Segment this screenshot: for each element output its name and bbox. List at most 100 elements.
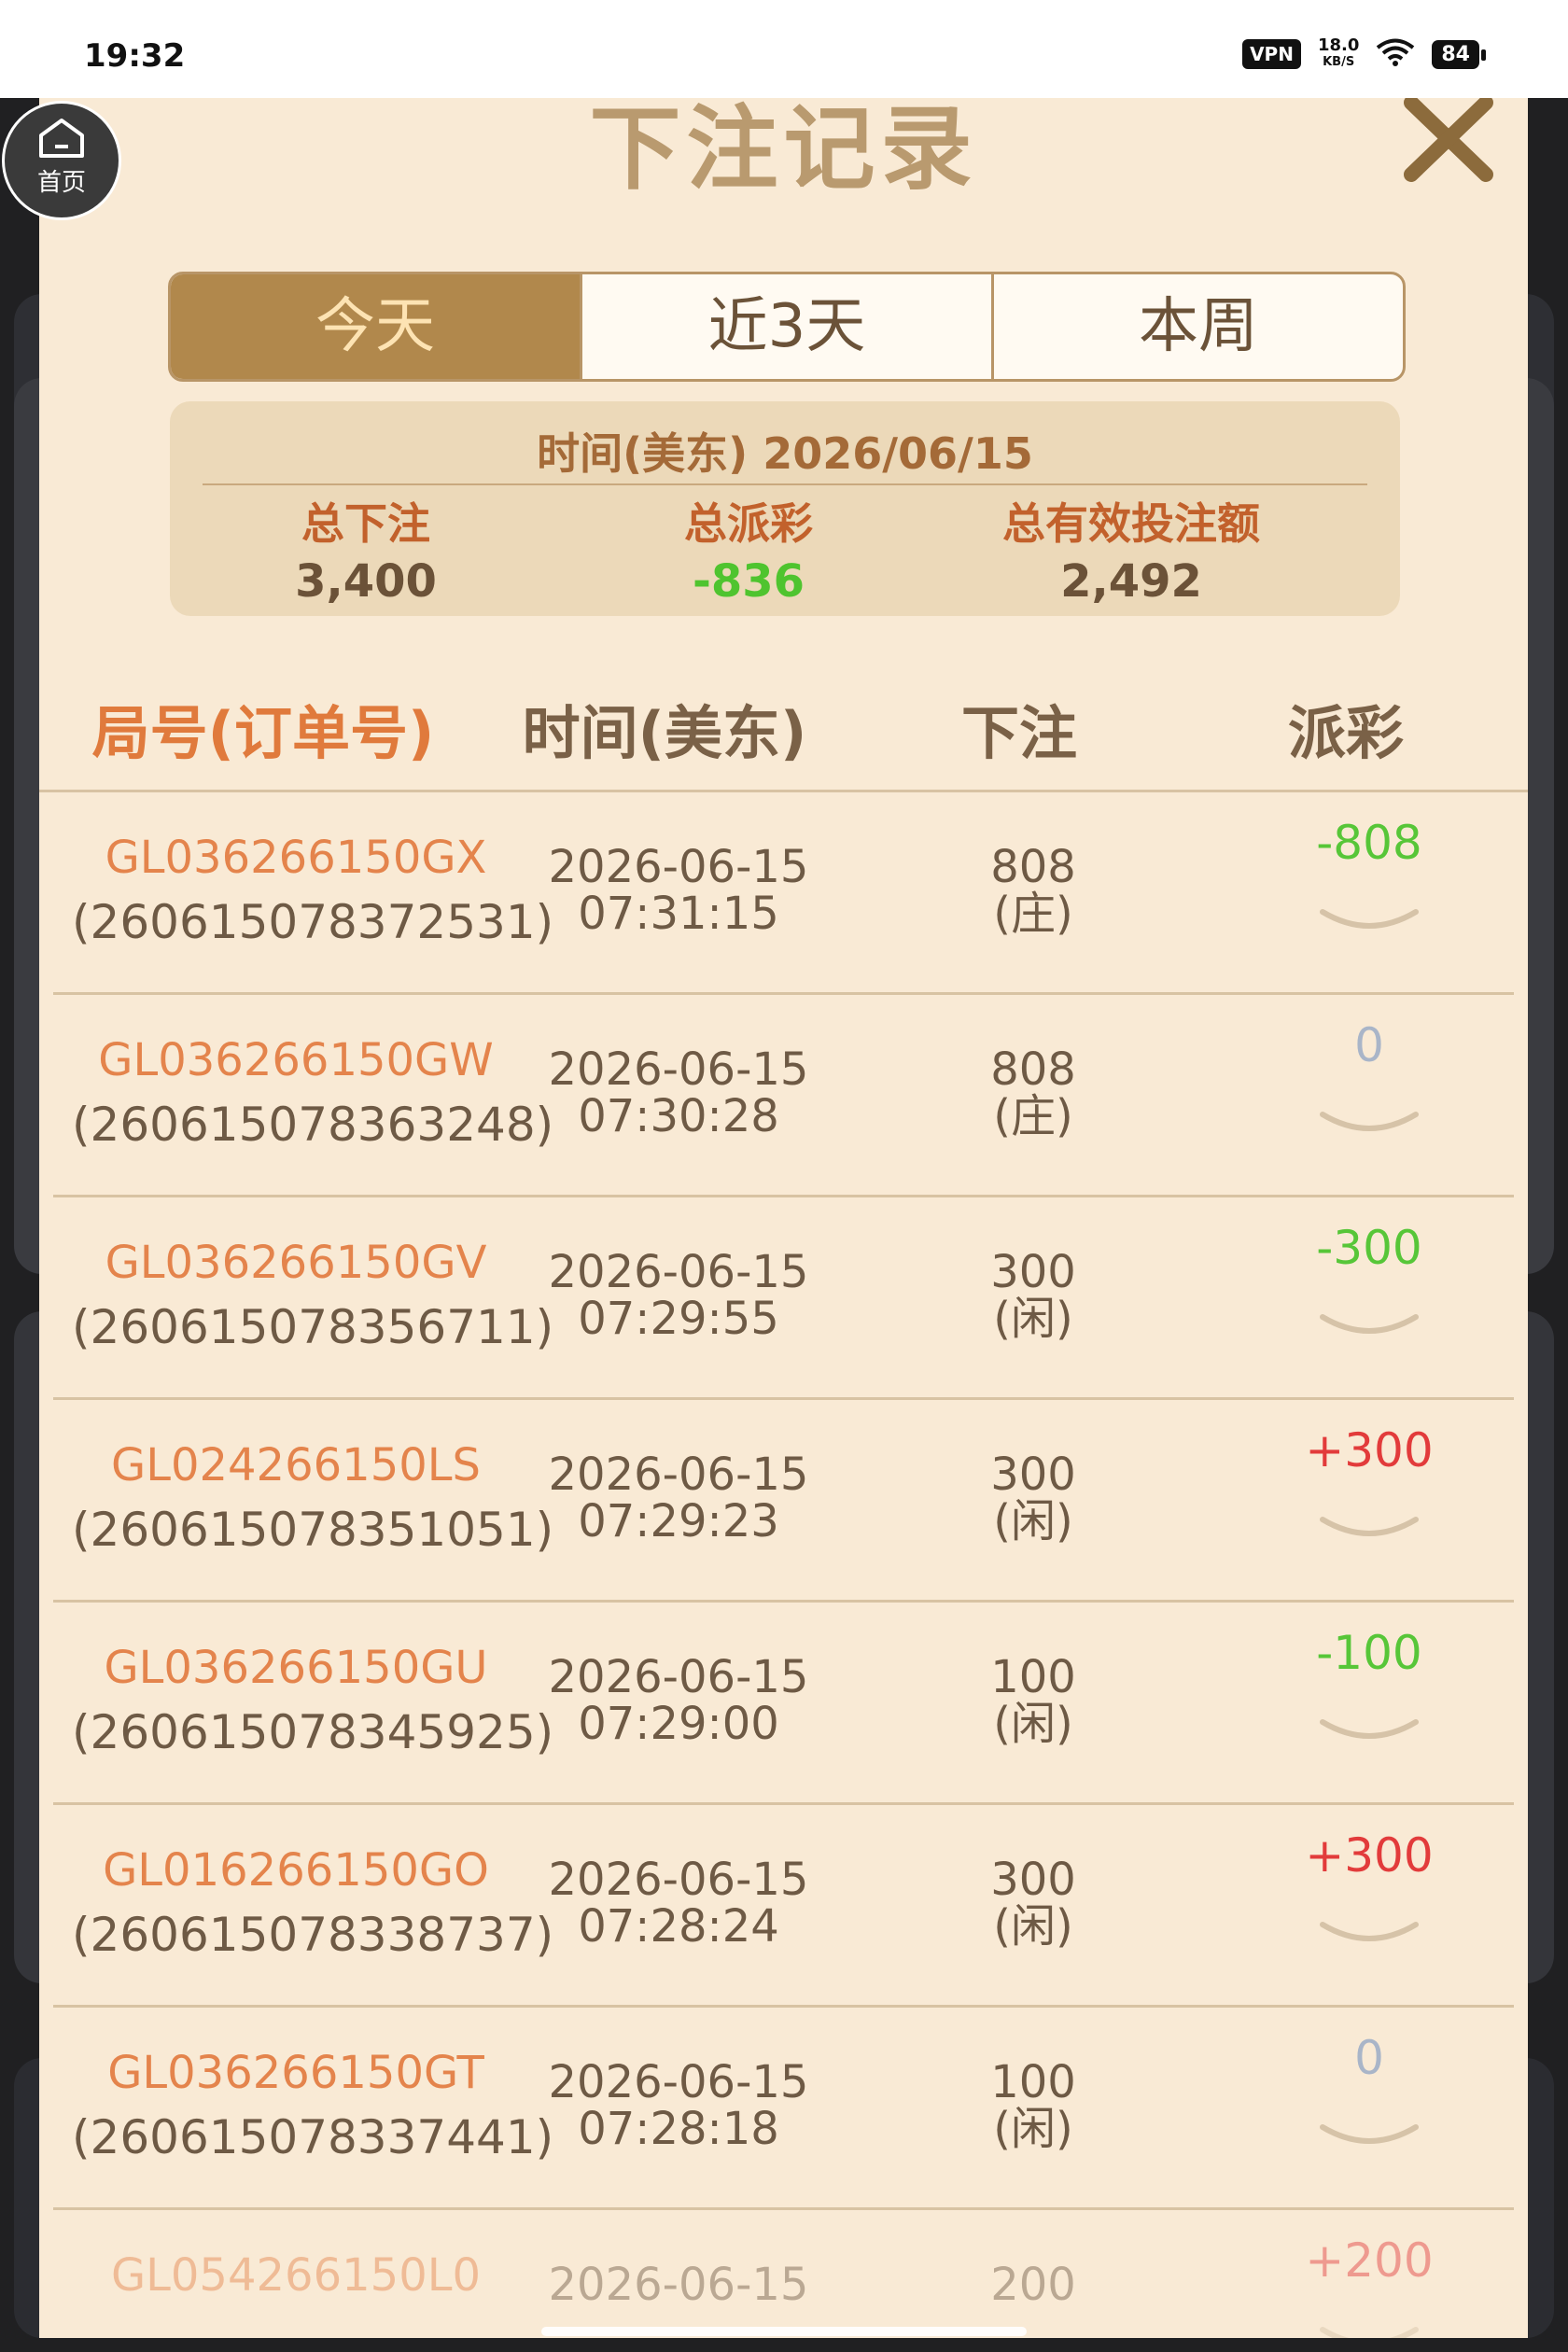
bet-side: (庄)	[993, 888, 1073, 940]
bet-amount: 200	[921, 2261, 1145, 2308]
summary-date: 时间(美东) 2026/06/15	[537, 428, 1033, 479]
bet-date: 2026-06-15	[548, 1854, 809, 1906]
records-list: GL036266150GX (260615078372531) 2026-06-15…	[39, 792, 1528, 2338]
order-id: (260615078337441)	[72, 2110, 554, 2164]
table-row[interactable]: GL036266150GT (260615078337441) 2026-06-15…	[53, 2008, 1514, 2210]
bet-value: 808	[990, 841, 1076, 893]
chevron-down-icon[interactable]	[1313, 1713, 1425, 1750]
header-game-id: 局号(订单号)	[91, 699, 435, 767]
vpn-badge: VPN	[1242, 39, 1301, 69]
home-button[interactable]: 首页	[2, 101, 121, 220]
bet-side: (闲)	[993, 1698, 1073, 1750]
total-payout-value: -836	[692, 555, 805, 608]
bet-value: 300	[990, 1246, 1076, 1298]
net-speed-unit: KB/S	[1323, 55, 1355, 69]
bet-value: 100	[990, 2056, 1076, 2108]
status-bar: 19:32 VPN 18.0 KB/S 84	[0, 0, 1568, 98]
battery-icon: 84	[1432, 39, 1486, 69]
order-id: (260615078372531)	[72, 895, 554, 949]
chevron-down-icon[interactable]	[1313, 2118, 1425, 2155]
chevron-down-icon[interactable]	[1313, 2320, 1425, 2338]
bet-date: 2026-06-15	[548, 2056, 809, 2108]
payout-value: -100	[1316, 1626, 1422, 1680]
total-payout: 总派彩 -836	[562, 495, 935, 610]
payout-value: +300	[1305, 1828, 1434, 1883]
order-id: (260615078338737)	[72, 1908, 554, 1962]
bet-side: (闲)	[993, 1293, 1073, 1345]
close-button[interactable]	[1393, 98, 1505, 191]
bet-value: 300	[990, 1449, 1076, 1501]
bet-date: 2026-06-15	[548, 1246, 809, 1298]
bet-amount: 808 (庄)	[921, 1046, 1145, 1140]
table-row[interactable]: GL024266150LS (260615078351051) 2026-06-15…	[53, 1400, 1514, 1603]
net-speed-value: 18.0	[1317, 35, 1360, 55]
bet-date: 2026-06-15	[548, 1449, 809, 1501]
order-id: (260615078356711)	[72, 1300, 554, 1354]
home-icon	[37, 117, 86, 160]
bet-datetime: 2026-06-15 07:29:55	[520, 1249, 837, 1342]
chevron-down-icon[interactable]	[1313, 903, 1425, 940]
table-row[interactable]: GL054266150L0 2026-06-15 200 +200	[53, 2210, 1514, 2338]
bet-time: 07:29:00	[578, 1698, 779, 1750]
chevron-down-icon[interactable]	[1313, 1915, 1425, 1953]
divider	[203, 483, 1367, 485]
bet-datetime: 2026-06-15 07:30:28	[520, 1046, 837, 1140]
bet-value: 300	[990, 1854, 1076, 1906]
chevron-down-icon[interactable]	[1313, 1105, 1425, 1142]
status-icons: VPN 18.0 KB/S 84	[1242, 37, 1486, 71]
chevron-down-icon[interactable]	[1313, 1510, 1425, 1547]
bet-amount: 300 (闲)	[921, 1249, 1145, 1342]
bet-value: 808	[990, 1043, 1076, 1096]
game-id[interactable]: GL054266150L0	[81, 2249, 511, 2302]
tab-this-week[interactable]: 本周	[994, 274, 1403, 379]
date-range-tabs: 今天 近3天 本周	[168, 272, 1406, 382]
close-icon	[1404, 98, 1493, 182]
summary-panel: 时间(美东) 2026/06/15 总下注 3,400 总派彩 -836 总有效…	[170, 401, 1400, 616]
payout-value: 0	[1354, 1018, 1384, 1072]
bet-value: 100	[990, 1651, 1076, 1703]
total-valid-bet-value: 2,492	[1060, 555, 1202, 608]
net-speed: 18.0 KB/S	[1318, 37, 1359, 71]
bet-datetime: 2026-06-15	[520, 2261, 837, 2308]
game-id[interactable]: GL036266150GU	[81, 1642, 511, 1694]
total-bet: 总下注 3,400	[179, 495, 553, 610]
tab-today[interactable]: 今天	[171, 274, 582, 379]
home-indicator[interactable]	[541, 2327, 1027, 2336]
bet-amount: 100 (闲)	[921, 2059, 1145, 2152]
game-id[interactable]: GL016266150GO	[81, 1844, 511, 1897]
bet-datetime: 2026-06-15 07:28:24	[520, 1856, 837, 1950]
table-row[interactable]: GL036266150GU (260615078345925) 2026-06-15…	[53, 1603, 1514, 1805]
payout-value: -300	[1316, 1221, 1422, 1275]
total-valid-bet-label: 总有效投注额	[1002, 498, 1260, 549]
bet-date: 2026-06-15	[548, 1651, 809, 1703]
bet-side: (闲)	[993, 2103, 1073, 2155]
bet-date: 2026-06-15	[548, 841, 809, 893]
table-row[interactable]: GL036266150GX (260615078372531) 2026-06-15…	[53, 792, 1514, 995]
game-id[interactable]: GL036266150GX	[81, 832, 511, 884]
game-id[interactable]: GL036266150GT	[81, 2047, 511, 2099]
table-row[interactable]: GL016266150GO (260615078338737) 2026-06-15…	[53, 1805, 1514, 2008]
payout-value: +300	[1305, 1423, 1434, 1477]
bet-amount: 300 (闲)	[921, 1451, 1145, 1545]
bet-side: (庄)	[993, 1090, 1073, 1142]
chevron-down-icon[interactable]	[1313, 1308, 1425, 1345]
bet-value: 200	[990, 2259, 1076, 2311]
game-id[interactable]: GL036266150GV	[81, 1237, 511, 1289]
tab-last-3-days[interactable]: 近3天	[582, 274, 994, 379]
bet-datetime: 2026-06-15 07:29:23	[520, 1451, 837, 1545]
dialog-title: 下注记录	[589, 98, 978, 203]
game-id[interactable]: GL024266150LS	[81, 1439, 511, 1491]
bet-date: 2026-06-15	[548, 2259, 809, 2311]
bet-time: 07:30:28	[578, 1090, 779, 1142]
total-bet-value: 3,400	[295, 555, 437, 608]
bet-records-dialog: 下注记录 今天 近3天 本周 时间(美东) 2026/06/15 总下注 3,4…	[39, 98, 1528, 2338]
payout-value: +200	[1305, 2233, 1434, 2288]
table-row[interactable]: GL036266150GV (260615078356711) 2026-06-15…	[53, 1197, 1514, 1400]
table-header: 局号(订单号) 时间(美东) 下注 派彩	[39, 686, 1528, 789]
bet-datetime: 2026-06-15 07:28:18	[520, 2059, 837, 2152]
game-id[interactable]: GL036266150GW	[81, 1034, 511, 1086]
bet-amount: 100 (闲)	[921, 1654, 1145, 1747]
table-row[interactable]: GL036266150GW (260615078363248) 2026-06-15…	[53, 995, 1514, 1197]
home-label: 首页	[36, 169, 86, 197]
bet-time: 07:28:24	[578, 1900, 779, 1953]
